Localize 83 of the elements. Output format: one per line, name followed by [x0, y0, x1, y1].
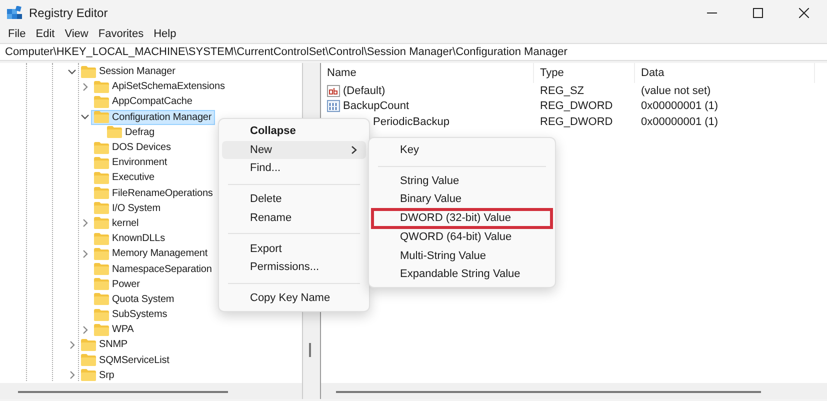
tree-item[interactable]: kernel — [91, 216, 142, 231]
menu-item[interactable]: Copy Key Name — [222, 288, 366, 308]
tree-item[interactable]: Srp — [78, 368, 118, 383]
folder-icon — [94, 142, 109, 154]
folder-icon — [94, 111, 109, 124]
tree-item[interactable]: DOS Devices — [91, 140, 174, 156]
folder-icon — [94, 202, 109, 214]
folder-icon — [94, 96, 109, 108]
table-cell-text: 0x00000001 (1) — [640, 99, 720, 114]
folder-icon — [94, 248, 109, 260]
tree-item[interactable]: NamespaceSeparation — [91, 262, 215, 277]
folder-icon — [94, 156, 109, 169]
folder-icon — [94, 293, 109, 306]
folder-icon — [94, 263, 109, 276]
value-name[interactable]: BackupCount — [343, 98, 410, 114]
horizontal-scrollbar[interactable] — [0, 383, 302, 399]
table-cell-text: REG_SZ — [539, 84, 586, 98]
menu-item[interactable]: Expandable String Value — [372, 265, 552, 284]
table-cell-text: (value not set) — [640, 84, 712, 98]
menu-item[interactable]: Favorites — [93, 27, 149, 42]
menu-item[interactable]: String Value — [372, 172, 552, 190]
tree-item[interactable]: I/O System — [91, 200, 164, 216]
tree-item[interactable]: Environment — [91, 155, 170, 170]
menu-item[interactable]: View — [60, 27, 94, 42]
menu-item[interactable]: Collapse — [222, 122, 366, 141]
folder-icon — [81, 354, 96, 366]
menu-item[interactable]: New — [222, 140, 366, 160]
tree-item[interactable]: Defrag — [104, 124, 158, 140]
value-name[interactable]: PeriodicBackup — [373, 114, 450, 130]
tree-item[interactable]: AppCompatCache — [91, 94, 196, 110]
folder-icon — [94, 308, 109, 321]
tree-item[interactable]: SNMP — [78, 337, 130, 352]
string-value-icon — [327, 84, 340, 97]
table-cell-text: 0x00000001 (1) — [640, 114, 720, 130]
menu-item[interactable]: Rename — [222, 208, 366, 228]
folder-icon — [81, 338, 96, 351]
maximize-icon — [753, 8, 763, 18]
tree-item[interactable]: Quota System — [91, 292, 178, 307]
tree-item[interactable]: SQMServiceList — [78, 352, 172, 368]
tree-item[interactable]: WPA — [91, 322, 137, 338]
menu-item[interactable]: Find... — [222, 159, 366, 178]
column-header[interactable]: Type — [534, 63, 635, 83]
table-cell-text: REG_DWORD — [539, 99, 614, 114]
value-name[interactable]: (Default) — [343, 82, 386, 99]
tree-item[interactable]: Power — [91, 276, 143, 292]
menu-item[interactable]: Permissions... — [222, 258, 366, 277]
column-header[interactable]: Data — [635, 63, 815, 83]
menu-item[interactable]: Multi-String Value — [372, 246, 552, 266]
registry-icon — [7, 6, 22, 20]
folder-icon — [94, 80, 109, 93]
tree-item[interactable]: Memory Management — [91, 246, 211, 262]
menu-item[interactable]: Export — [222, 239, 366, 258]
tree-item[interactable]: Executive — [91, 170, 158, 186]
tree-item[interactable]: Configuration Manager — [91, 110, 215, 125]
tree-item[interactable]: SubSystems — [91, 307, 170, 322]
tree-item[interactable]: FileRenameOperations — [91, 186, 216, 201]
folder-icon — [94, 232, 109, 245]
binary-value-icon — [327, 100, 340, 112]
menu-item[interactable]: Key — [372, 141, 552, 160]
menu-item[interactable]: QWORD (64-bit) Value — [372, 228, 552, 246]
menu-item[interactable]: Delete — [222, 190, 366, 209]
table-cell-text: REG_DWORD — [539, 114, 614, 130]
tree-item[interactable]: Session Manager — [78, 64, 178, 80]
folder-icon — [107, 126, 122, 138]
window-title: Registry Editor — [29, 5, 108, 22]
menu-item[interactable]: Edit — [30, 27, 60, 42]
folder-icon — [94, 172, 109, 184]
folder-icon — [81, 369, 96, 382]
menu-item[interactable]: File — [3, 27, 31, 42]
column-header[interactable]: Name — [321, 63, 534, 83]
tree-item[interactable]: KnownDLLs — [91, 231, 168, 246]
address-bar[interactable]: Computer\HKEY_LOCAL_MACHINE\SYSTEM\CurrentControlSet\Control\Session Manager\Configuration Manager — [0, 43, 827, 61]
menu-item[interactable]: Binary Value — [372, 190, 552, 210]
folder-icon — [94, 324, 109, 336]
folder-icon — [81, 66, 96, 78]
menu-item[interactable]: DWORD (32-bit) Value — [372, 209, 552, 228]
folder-icon — [94, 187, 109, 200]
close-icon — [799, 8, 809, 18]
menu-item[interactable]: Help — [148, 27, 182, 42]
folder-icon — [94, 217, 109, 230]
tree-item[interactable]: ApiSetSchemaExtensions — [91, 79, 228, 94]
horizontal-scrollbar[interactable] — [321, 383, 827, 399]
folder-icon — [94, 278, 109, 290]
